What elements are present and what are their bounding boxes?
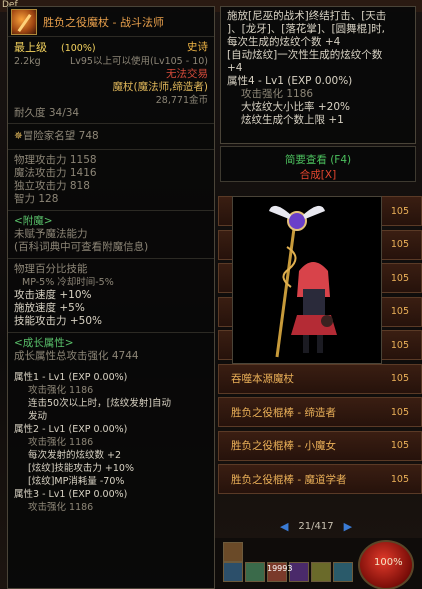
item-level: 105	[390, 339, 409, 351]
item-name: 胜负之役棍棒 - 缔造者	[231, 406, 336, 419]
attr-line: 每次发射的炫纹数 +2	[28, 450, 122, 461]
prev-page-icon[interactable]: ◀	[280, 520, 288, 533]
stat-row: 魔法攻击力 1416	[14, 167, 97, 179]
stat-row: 智力 128	[14, 193, 59, 205]
page-indicator: 21/417	[298, 520, 334, 532]
attr-line: 连击50次以上时，[炫纹发射]自动	[28, 398, 172, 409]
rarity-label: 史诗	[187, 41, 208, 53]
weight: 2.2kg	[14, 56, 41, 67]
list-item[interactable]: 胜负之役棍棒 - 魔道学者 105	[218, 464, 422, 494]
skill-slot[interactable]	[245, 562, 265, 582]
attr-line: [炫纹]MP消耗量 -70%	[28, 476, 125, 487]
skill-stats-title: 物理百分比技能	[14, 263, 88, 275]
divider	[8, 123, 214, 124]
divider	[8, 210, 214, 211]
attr4-line: 攻击强化 1186	[241, 88, 314, 100]
attr-header: 属性3 - Lv1 (EXP 0.00%)	[14, 489, 128, 500]
item-level: 105	[390, 272, 409, 284]
grade-label: 最上级	[14, 41, 47, 54]
fame-icon: ✵	[14, 130, 23, 142]
speed-line: 攻击速度 +10%	[14, 289, 92, 301]
list-item[interactable]: 胜负之役棍棒 - 小魔女 105	[218, 430, 422, 461]
skill-line: +4	[227, 62, 243, 74]
fame-label: 冒险家名望	[22, 130, 76, 142]
character-preview-image	[269, 205, 337, 358]
pagination: ◀ 21/417 ▶	[256, 518, 376, 534]
synthesize-button[interactable]: 合成[X]	[221, 167, 415, 182]
skill-slot[interactable]	[311, 562, 331, 582]
item-level: 105	[390, 373, 409, 384]
skill-tooltip: 施放[尼巫的战术]终结打击、[天击 ]、[龙牙]、[落花掌]、[圆舞棍]时, 每…	[220, 6, 416, 144]
trade-status: 无法交易	[166, 68, 208, 80]
skill-slot[interactable]	[333, 562, 353, 582]
item-level: 105	[390, 306, 409, 317]
item-level: 105	[390, 406, 409, 418]
divider	[8, 258, 214, 259]
enchant-line: 未赋予魔法能力	[14, 228, 88, 240]
speed-line: 施放速度 +5%	[14, 302, 85, 314]
enchant-title: <附魔>	[14, 215, 53, 227]
attr-header: 属性1 - Lv1 (EXP 0.00%)	[14, 372, 128, 383]
item-tooltip-header: 胜负之役魔杖 - 战斗法师	[8, 7, 214, 37]
speed-line: 技能攻击力 +50%	[14, 315, 102, 327]
attr4-line: 大炫纹大小比率 +20%	[241, 101, 350, 113]
grade-row: 最上级 (100%) 史诗	[8, 41, 214, 55]
attr-line: [炫纹]技能攻击力 +10%	[28, 463, 135, 474]
item-type: 魔杖(魔法师,缔造者)	[112, 81, 208, 93]
growth-total: 成长属性总攻击强化 4744	[14, 350, 139, 362]
skill-line: [自动炫纹]一次性生成的炫纹个数	[227, 49, 383, 61]
grade-percent: (100%)	[61, 43, 96, 54]
skill-line: 施放[尼巫的战术]终结打击、[天击	[227, 10, 387, 22]
attr-header: 属性2 - Lv1 (EXP 0.00%)	[14, 424, 128, 435]
staff-icon	[11, 8, 37, 35]
attr4-header: 属性4 - Lv1 (EXP 0.00%)	[227, 75, 353, 87]
slot-count: 19993	[267, 564, 293, 573]
durability: 耐久度 34/34	[14, 107, 80, 119]
item-price: 28,771金币	[155, 95, 208, 106]
next-page-icon[interactable]: ▶	[344, 520, 352, 533]
list-item[interactable]: 胜负之役棍棒 - 缔造者 105	[218, 397, 422, 427]
item-name: 胜负之役棍棒 - 魔道学者	[231, 473, 347, 486]
attr-line: 发动	[28, 411, 48, 422]
divider	[8, 149, 214, 150]
attribute-2: 属性2 - Lv1 (EXP 0.00%) 攻击强化 1186 每次发射的炫纹数…	[8, 423, 214, 488]
skill-slot[interactable]	[223, 562, 243, 582]
attr-line: 攻击强化 1186	[28, 385, 94, 396]
growth-title: <成长属性>	[14, 337, 74, 349]
skill-stats-sub: MP-5% 冷却时间-5%	[22, 277, 114, 288]
list-item[interactable]: 吞噬本源魔杖 105	[218, 363, 422, 394]
item-level: 105	[390, 440, 409, 451]
item-level: 105	[390, 205, 409, 217]
character-preview	[232, 196, 382, 364]
skill-line: ]、[龙牙]、[落花掌]、[圆舞棍]时,	[227, 23, 386, 35]
attr4-line: 炫纹生成个数上限 +1	[241, 114, 344, 126]
item-name: 吞噬本源魔杖	[231, 373, 294, 385]
stat-row: 独立攻击力 818	[14, 180, 90, 192]
attribute-3: 属性3 - Lv1 (EXP 0.00%) 攻击强化 1186	[8, 488, 214, 514]
skill-slot[interactable]	[223, 542, 243, 562]
item-name: 胜负之役棍棒 - 小魔女	[231, 440, 336, 452]
base-stats: 物理攻击力 1158 魔法攻击力 1416 独立攻击力 818 智力 128	[8, 154, 214, 206]
level-row: 2.2kg Lv95以上可以使用(Lv105 - 10)	[8, 55, 214, 68]
item-name: 胜负之役魔杖 - 战斗法师	[43, 15, 164, 29]
item-level: 105	[390, 473, 409, 485]
skill-line: 每次生成的炫纹个数 +4	[227, 36, 341, 48]
fame-value: 748	[78, 130, 99, 142]
divider	[8, 332, 214, 333]
fame-row: ✵冒险家名望 748	[8, 130, 214, 143]
enchant-line: (百科词典中可查看附魔信息)	[14, 241, 149, 253]
level-requirement: Lv95以上可以使用(Lv105 - 10)	[69, 56, 208, 67]
attribute-1: 属性1 - Lv1 (EXP 0.00%) 攻击强化 1186 连击50次以上时…	[8, 371, 214, 423]
tooltip-actions: 简要查看 (F4) 合成[X]	[220, 146, 416, 182]
stat-row: 物理攻击力 1158	[14, 154, 97, 166]
item-tooltip: 胜负之役魔杖 - 战斗法师 最上级 (100%) 史诗 2.2kg Lv95以上可…	[7, 6, 215, 589]
item-level: 105	[390, 239, 409, 250]
attr-line: 攻击强化 1186	[28, 502, 94, 513]
hp-percent: 100%	[374, 557, 403, 568]
attr-line: 攻击强化 1186	[28, 437, 94, 448]
brief-view-button[interactable]: 简要查看 (F4)	[221, 152, 415, 167]
